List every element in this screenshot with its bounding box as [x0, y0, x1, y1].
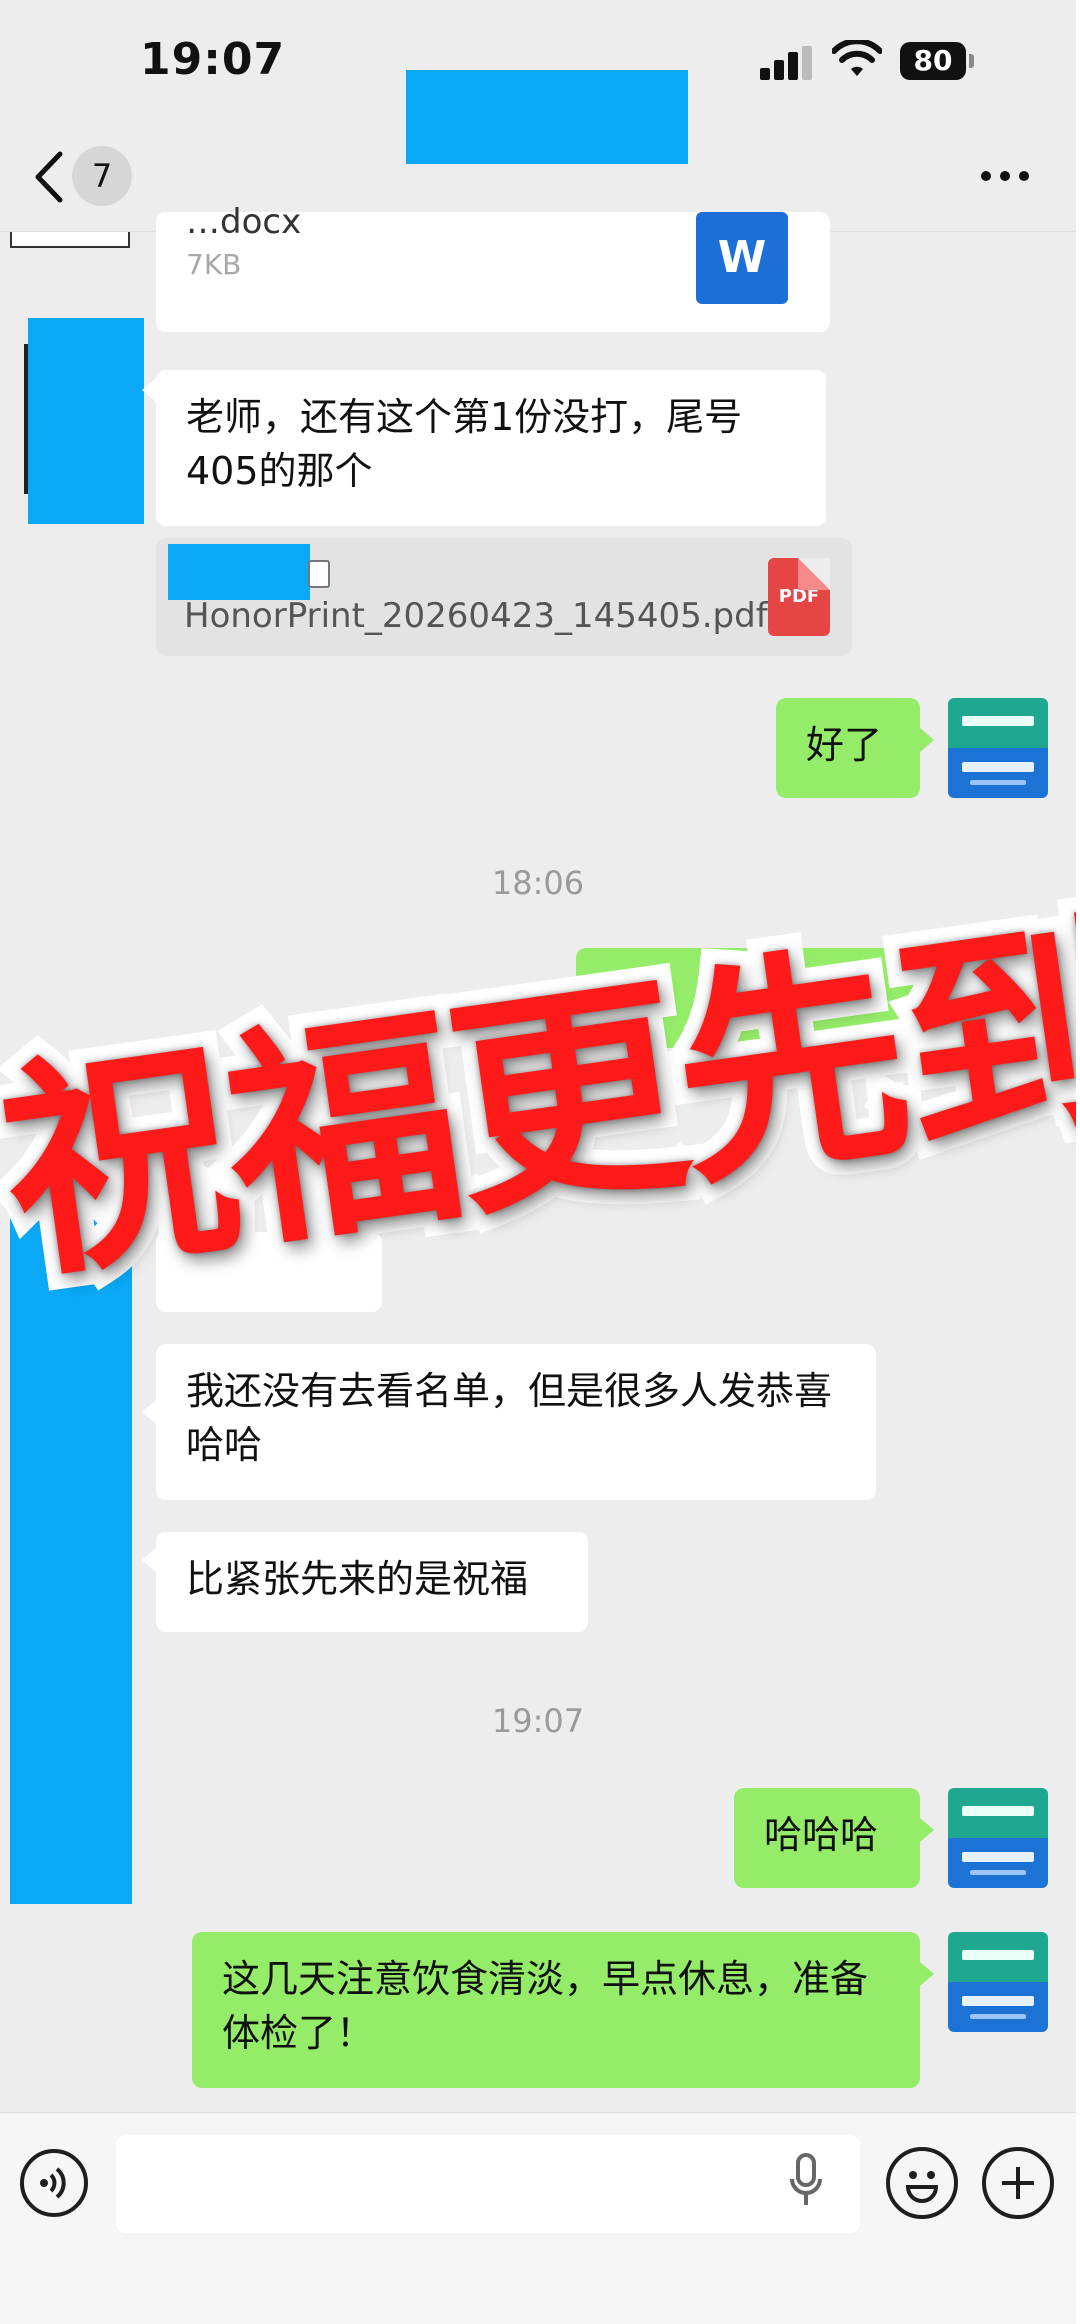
chevron-left-icon[interactable] — [30, 150, 70, 204]
file-size: 7KB — [186, 248, 242, 281]
chat-screen: 19:07 80 7 …docx 7KB W 老师，还有这个第1份没打，尾号40… — [0, 0, 1076, 2324]
bubble-tail — [142, 1400, 156, 1424]
bubble-tail — [142, 378, 156, 402]
voice-input-icon[interactable] — [20, 2149, 88, 2217]
timestamp: 19:07 — [491, 1702, 585, 1740]
battery-indicator: 80 — [900, 42, 966, 80]
signal-icon — [760, 46, 814, 80]
message-input[interactable] — [116, 2135, 860, 2233]
outgoing-message[interactable]: 这几天注意饮食清淡，早点休息，准备体检了！ — [192, 1932, 920, 2088]
redacted-sender — [168, 544, 310, 600]
more-dots-icon[interactable] — [980, 170, 1030, 182]
pdf-file-icon: PDF — [768, 558, 830, 636]
status-time: 19:07 — [140, 34, 286, 85]
bubble-tail — [920, 1818, 934, 1842]
microphone-icon[interactable] — [786, 2151, 826, 2211]
word-file-icon: W — [696, 212, 788, 304]
bubble-tail — [920, 728, 934, 752]
bubble-tail — [142, 1548, 156, 1572]
battery-tip — [969, 54, 974, 68]
file-name: …docx — [186, 202, 302, 242]
bubble-tail — [920, 1962, 934, 1986]
screenshot-border — [1076, 0, 1080, 2324]
avatar-edge-line — [24, 344, 28, 494]
message-input-bar — [0, 2112, 1076, 2324]
avatar-partial — [10, 232, 130, 248]
file-message-pdf[interactable]: HonorPrint_20260423_145405.pdf PDF — [156, 538, 852, 656]
outgoing-message[interactable]: 好了 — [776, 698, 920, 798]
document-icon — [308, 560, 330, 588]
incoming-message[interactable]: 我还没有去看名单，但是很多人发恭喜哈哈 — [156, 1344, 876, 1500]
redacted-avatar — [28, 318, 144, 524]
incoming-message[interactable]: 比紧张先来的是祝福 — [156, 1532, 588, 1632]
file-message-docx[interactable]: …docx 7KB W — [156, 202, 830, 332]
chat-title-redacted — [406, 70, 688, 164]
avatar[interactable] — [948, 1932, 1048, 2032]
emoji-icon[interactable] — [886, 2147, 958, 2219]
file-name: HonorPrint_20260423_145405.pdf — [184, 596, 768, 636]
unread-count-badge[interactable]: 7 — [72, 146, 132, 206]
avatar[interactable] — [948, 698, 1048, 798]
incoming-message[interactable]: 老师，还有这个第1份没打，尾号405的那个 — [156, 370, 826, 526]
wifi-icon — [832, 40, 882, 76]
add-attachment-icon[interactable] — [982, 2147, 1054, 2219]
avatar[interactable] — [948, 1788, 1048, 1888]
outgoing-message[interactable]: 哈哈哈 — [734, 1788, 920, 1888]
